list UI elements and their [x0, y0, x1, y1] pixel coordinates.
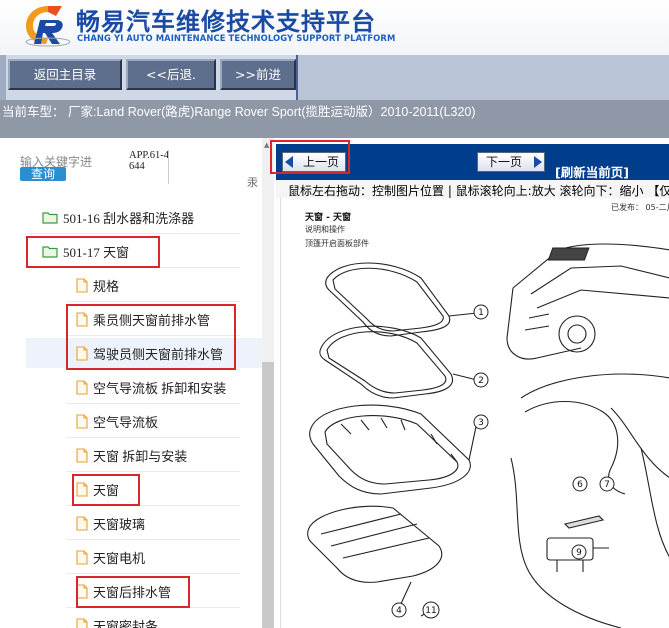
tree-file[interactable]: 规格 — [76, 268, 119, 302]
shade-shape — [307, 505, 443, 583]
arrow-right-icon — [534, 156, 542, 168]
arrow-left-icon — [285, 156, 293, 168]
main-navbar: 返回主目录 <<后退. >>前进 — [0, 55, 669, 100]
tree-item-label: 空气导流板 拆卸和安装 — [93, 380, 227, 396]
viewer-hint-bar: 鼠标左右拖动：控制图片位置 | 鼠标滚轮向上:放大 滚轮向下：缩小 【仅 — [276, 180, 669, 198]
tree-scrollbar-thumb[interactable] — [262, 362, 274, 628]
app-title: 畅易汽车维修技术支持平台 — [76, 8, 376, 36]
tree-folder[interactable]: 501-17 天窗 — [42, 234, 129, 268]
nav-spacer — [296, 55, 669, 100]
callout-2: 2 — [478, 376, 484, 386]
document-icon — [76, 345, 88, 361]
tree-file[interactable]: 天窗密封条 — [76, 608, 158, 628]
folder-icon — [42, 245, 58, 258]
tree-file[interactable]: 天窗玻璃 — [76, 506, 145, 540]
tree-file[interactable]: 天窗 — [76, 472, 119, 506]
scroll-up-arrow-icon[interactable]: ▲ — [264, 141, 269, 149]
document-icon — [76, 311, 88, 327]
home-button[interactable]: 返回主目录 — [8, 59, 122, 90]
tree-file[interactable]: 驾驶员侧天窗前排水管 — [76, 336, 223, 370]
document-icon — [76, 413, 88, 429]
frame-shape — [309, 404, 471, 495]
glass-panel-shape — [325, 262, 451, 337]
viewer-toolbar: 上一页 下一页 [刷新当前页] — [276, 144, 669, 180]
callout-3: 3 — [478, 418, 484, 428]
vehicle-info-bar: 当前车型： 厂家:Land Rover(路虎)Range Rover Sport… — [0, 100, 669, 138]
back-button[interactable]: <<后退. — [126, 59, 216, 90]
tree-item-label: 驾驶员侧天窗前排水管 — [93, 346, 224, 362]
viewer-hint-text: 鼠标左右拖动：控制图片位置 | 鼠标滚轮向上:放大 滚轮向下：缩小 【仅 — [288, 184, 669, 198]
document-icon — [76, 447, 88, 463]
tree-item-label: 天窗后排水管 — [93, 584, 172, 600]
document-page[interactable]: 天窗 - 天窗 说明和操作 顶篷开启面板部件 已发布： 05-二月 1 2 3 … — [280, 198, 669, 628]
tree-file[interactable]: 天窗后排水管 — [76, 574, 171, 608]
truncated-glyph: 汞 — [247, 176, 258, 189]
folder-icon — [42, 211, 58, 224]
forward-button[interactable]: >>前进 — [220, 59, 296, 90]
document-icon — [76, 277, 88, 293]
current-vehicle-text: 当前车型： 厂家:Land Rover(路虎)Range Rover Sport… — [2, 105, 476, 119]
app-subtitle: CHANG YI AUTO MAINTENANCE TECHNOLOGY SUP… — [77, 33, 396, 43]
motor-shape — [546, 537, 594, 561]
tree-item-label: 天窗 — [93, 482, 120, 498]
prev-page-button[interactable]: 上一页 — [282, 152, 346, 172]
search-button[interactable]: 查询 — [20, 167, 66, 181]
tree-item-label: 天窗 拆卸与安装 — [93, 448, 188, 464]
nav-edge — [0, 55, 6, 100]
callout-4: 4 — [396, 606, 402, 616]
tree-item-label: 501-17 天窗 — [63, 244, 130, 260]
callout-6: 6 — [577, 480, 583, 490]
document-viewer: 上一页 下一页 [刷新当前页] 鼠标左右拖动：控制图片位置 | 鼠标滚轮向上:放… — [270, 138, 669, 628]
search-divider — [168, 150, 169, 184]
app-code-text: APP.61-4644 — [129, 150, 169, 172]
callout-9: 9 — [576, 548, 582, 558]
document-icon — [76, 617, 88, 628]
car-roof-opening — [547, 247, 590, 261]
document-icon — [76, 515, 88, 531]
document-icon — [76, 379, 88, 395]
tree-file[interactable]: 空气导流板 拆卸和安装 — [76, 370, 226, 404]
tree-item-label: 501-16 刮水器和洗涤器 — [63, 210, 195, 226]
drain-hose-shape — [520, 373, 669, 399]
document-icon — [76, 549, 88, 565]
tree-row-divider — [26, 267, 240, 268]
callout-11: 11 — [425, 606, 436, 616]
next-page-button[interactable]: 下一页 — [477, 152, 545, 172]
document-icon — [76, 481, 88, 497]
tree-item-label: 天窗密封条 — [93, 618, 159, 628]
sunroof-exploded-diagram: 1 2 3 4 6 7 9 11 — [307, 243, 669, 628]
car-outline-shape — [506, 243, 669, 360]
prev-page-label: 上一页 — [302, 155, 339, 169]
tree-item-label: 乘员侧天窗前排水管 — [93, 312, 211, 328]
cy-logo-icon — [25, 6, 71, 47]
left-tree-panel: 输入关键字进 查询 APP.61-4644 汞 501-16 刮水器和洗涤器 50… — [0, 138, 262, 628]
tree-file[interactable]: 空气导流板 — [76, 404, 158, 438]
tree-item-label: 天窗玻璃 — [93, 516, 146, 532]
callout-7: 7 — [604, 480, 610, 490]
tree-folder[interactable]: 501-16 刮水器和洗涤器 — [42, 200, 194, 234]
tree-item-label: 天窗电机 — [93, 550, 146, 566]
tree-file[interactable]: 天窗 拆卸与安装 — [76, 438, 187, 472]
tree-file[interactable]: 天窗电机 — [76, 540, 145, 574]
next-page-label: 下一页 — [485, 155, 522, 169]
document-icon — [76, 583, 88, 599]
app-header: 畅易汽车维修技术支持平台 CHANG YI AUTO MAINTENANCE T… — [0, 0, 669, 55]
refresh-page-link[interactable]: [刷新当前页] — [555, 162, 629, 181]
tree-file[interactable]: 乘员侧天窗前排水管 — [76, 302, 210, 336]
tree-item-label: 空气导流板 — [93, 414, 159, 430]
tree-item-label: 规格 — [93, 278, 120, 294]
callout-1: 1 — [478, 308, 484, 318]
